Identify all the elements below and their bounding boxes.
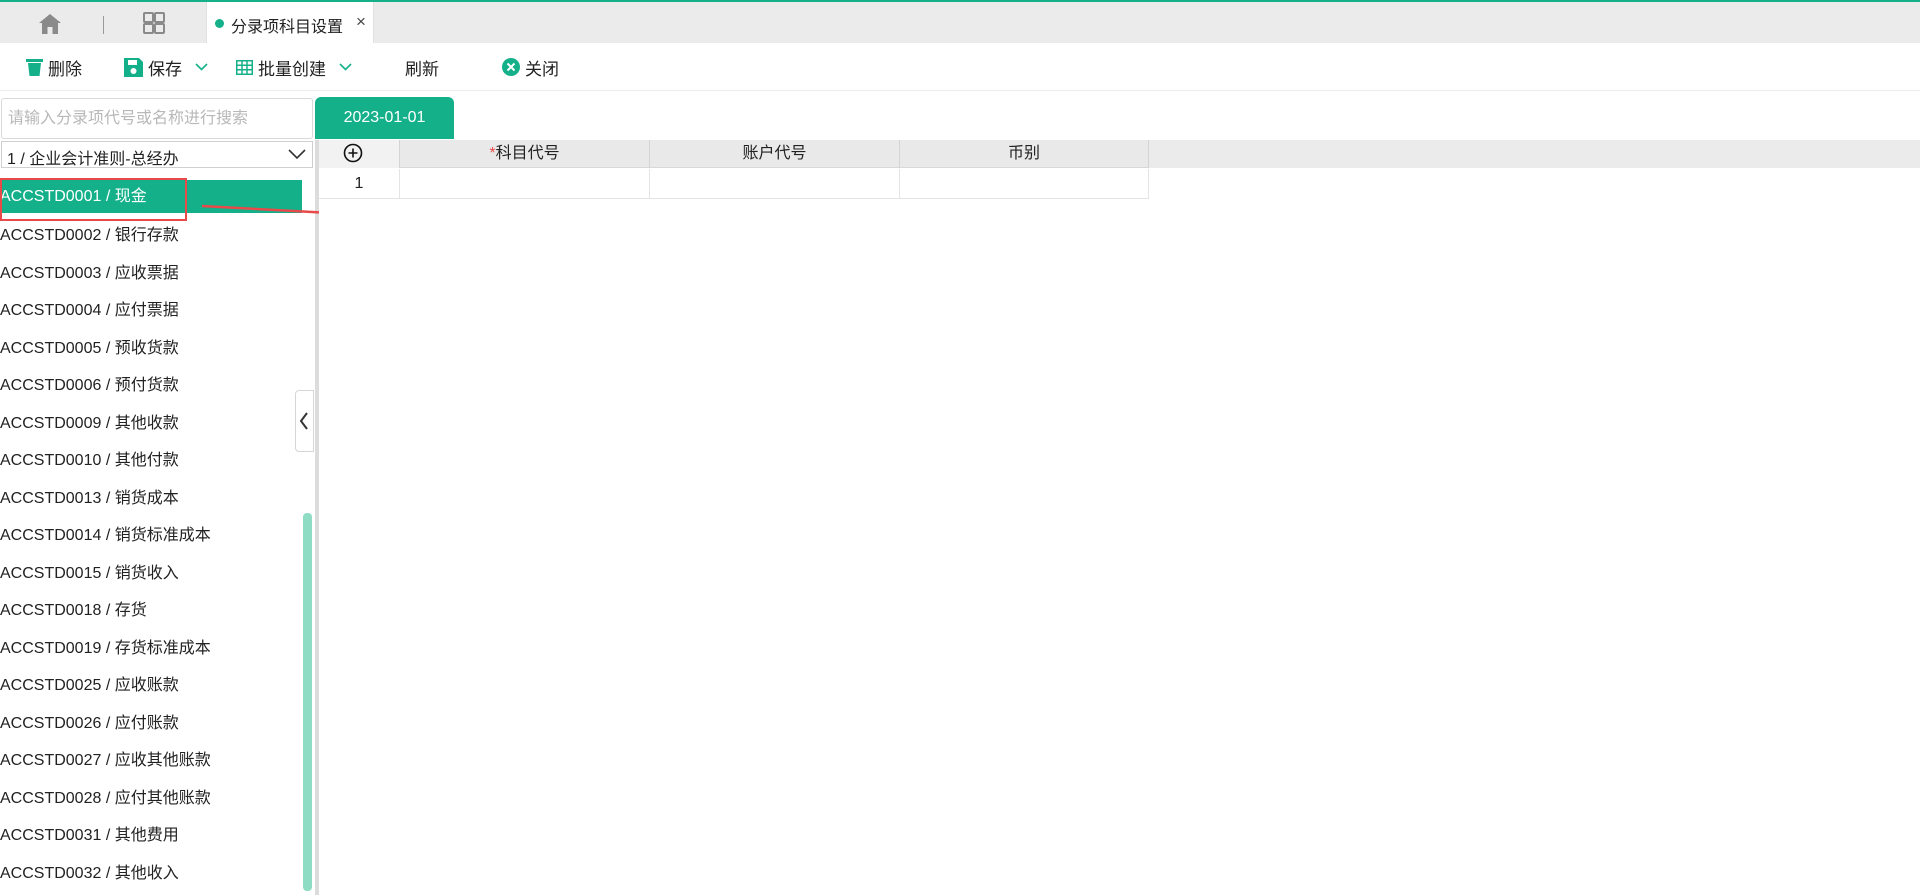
list-item[interactable]: ACCSTD0018 / 存货 — [0, 592, 302, 630]
tab-date[interactable]: 2023-01-01 — [315, 97, 454, 139]
search-input[interactable] — [1, 98, 313, 139]
grid-header: *科目代号 账户代号 币别 — [319, 140, 1149, 168]
currency-cell[interactable] — [900, 169, 1149, 199]
batch-create-label: 批量创建 — [258, 59, 326, 79]
entry-item-list: ACCSTD0001 / 现金 ACCSTD0002 / 银行存款 ACCSTD… — [0, 180, 302, 890]
subject-code-cell[interactable] — [400, 169, 650, 199]
list-item[interactable]: ACCSTD0006 / 预付货款 — [0, 367, 302, 405]
list-item[interactable]: ACCSTD0010 / 其他付款 — [0, 442, 302, 480]
batch-create-button[interactable]: 批量创建 — [236, 55, 352, 79]
list-item[interactable]: ACCSTD0005 / 预收货款 — [0, 330, 302, 368]
list-item[interactable]: ACCSTD0003 / 应收票据 — [0, 255, 302, 293]
account-code-cell[interactable] — [650, 169, 900, 199]
chevron-down-icon[interactable] — [339, 63, 352, 71]
tab-entry-subject-settings[interactable]: 分录项科目设置 × — [206, 2, 374, 43]
close-icon[interactable]: × — [356, 12, 366, 32]
grid-header-filler — [1149, 140, 1920, 168]
trash-icon — [26, 58, 43, 76]
refresh-label: 刷新 — [405, 59, 439, 79]
delete-label: 删除 — [48, 59, 82, 79]
grid-apps-icon[interactable] — [143, 12, 165, 34]
list-item[interactable]: ACCSTD0025 / 应收账款 — [0, 667, 302, 705]
chevron-left-icon — [299, 412, 308, 430]
home-icon[interactable] — [38, 13, 62, 35]
list-item[interactable]: ACCSTD0027 / 应收其他账款 — [0, 742, 302, 780]
chevron-down-icon[interactable] — [195, 63, 208, 71]
list-item[interactable]: ACCSTD0026 / 应付账款 — [0, 705, 302, 743]
list-item[interactable]: ACCSTD0009 / 其他收款 — [0, 405, 302, 443]
refresh-button[interactable]: 刷新 — [405, 55, 439, 79]
column-header-subject-code[interactable]: *科目代号 — [400, 140, 650, 168]
table-icon — [236, 59, 253, 75]
list-item[interactable]: ACCSTD0015 / 销货收入 — [0, 555, 302, 593]
subject-grid: *科目代号 账户代号 币别 1 — [319, 140, 1920, 895]
list-item[interactable]: ACCSTD0013 / 销货成本 — [0, 480, 302, 518]
add-row-icon[interactable] — [343, 143, 363, 163]
toolbar: 删除 保存 批量创建 刷新 关闭 — [0, 43, 1920, 91]
save-label: 保存 — [148, 59, 182, 79]
ledger-select-value: 1 / 企业会计准则-总经办 — [7, 151, 179, 168]
list-item[interactable]: ACCSTD0031 / 其他费用 — [0, 817, 302, 855]
collapse-panel-button[interactable] — [295, 390, 314, 452]
row-number: 1 — [319, 169, 400, 199]
close-label: 关闭 — [525, 59, 559, 79]
list-item[interactable]: ACCSTD0019 / 存货标准成本 — [0, 630, 302, 668]
list-item[interactable]: ACCSTD0014 / 销货标准成本 — [0, 517, 302, 555]
tab-title: 分录项科目设置 — [231, 19, 344, 36]
active-dot-icon — [215, 19, 224, 28]
column-header-currency[interactable]: 币别 — [900, 140, 1149, 168]
table-row[interactable]: 1 — [319, 169, 1149, 199]
grid-header-add-cell — [319, 140, 400, 168]
column-header-label: 账户代号 — [742, 145, 807, 162]
ledger-select[interactable]: 1 / 企业会计准则-总经办 — [1, 141, 313, 168]
column-header-label: 币别 — [1007, 145, 1040, 162]
column-header-account-code[interactable]: 账户代号 — [650, 140, 900, 168]
close-circle-icon — [502, 58, 520, 76]
floppy-disk-icon — [124, 57, 143, 77]
date-tab-label: 2023-01-01 — [343, 109, 426, 126]
list-item[interactable]: ACCSTD0028 / 应付其他账款 — [0, 780, 302, 818]
save-button[interactable]: 保存 — [124, 55, 208, 79]
chevron-down-icon — [288, 149, 306, 160]
annotation-highlight-box — [0, 178, 187, 221]
list-item[interactable]: ACCSTD0004 / 应付票据 — [0, 292, 302, 330]
list-scrollbar-thumb[interactable] — [303, 513, 312, 891]
tab-separator — [103, 16, 104, 34]
delete-button[interactable]: 删除 — [26, 55, 82, 79]
close-button[interactable]: 关闭 — [502, 55, 559, 79]
list-item[interactable]: ACCSTD0032 / 其他收入 — [0, 855, 302, 891]
column-header-label: 科目代号 — [495, 145, 560, 162]
tab-bar: 分录项科目设置 × — [0, 2, 1920, 43]
